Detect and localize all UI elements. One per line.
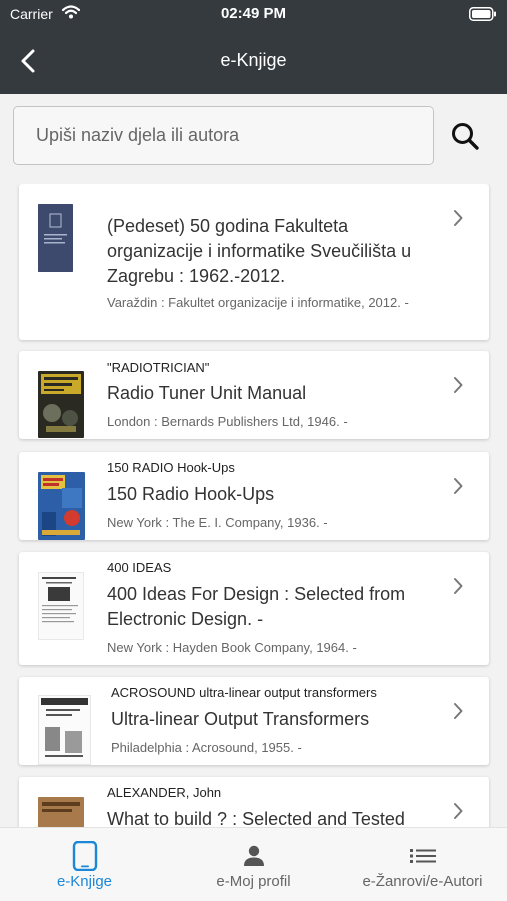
chevron-right-icon bbox=[454, 803, 463, 819]
book-author: ALEXANDER, John bbox=[107, 785, 222, 800]
tablet-icon bbox=[72, 841, 98, 871]
book-list-item[interactable]: ALEXANDER, John What to build ? : Select… bbox=[19, 777, 489, 827]
status-bar: Carrier 02:49 PM bbox=[0, 0, 507, 30]
tab-label: e-Knjige bbox=[56, 873, 113, 890]
person-icon bbox=[244, 845, 264, 866]
book-title: What to build ? : Selected and Tested bbox=[107, 809, 405, 827]
tab-e-zanrovi-e-autori[interactable]: e-Žanrovi/e-Autori bbox=[338, 828, 507, 901]
book-publication: Varaždin : Fakultet organizacije i infor… bbox=[107, 295, 409, 310]
book-author: ACROSOUND ultra-linear output transforme… bbox=[111, 685, 377, 700]
book-list[interactable]: (Pedeset) 50 godina Fakulteta organizaci… bbox=[0, 184, 507, 827]
chevron-right-icon bbox=[454, 210, 463, 226]
chevron-right-icon bbox=[454, 578, 463, 594]
book-cover-image bbox=[38, 695, 91, 765]
book-cover-image bbox=[38, 204, 73, 272]
book-author: 400 IDEAS bbox=[107, 560, 172, 575]
book-cover-image bbox=[38, 572, 84, 640]
book-cover-image bbox=[38, 371, 84, 438]
book-author: "RADIOTRICIAN" bbox=[107, 360, 210, 375]
chevron-right-icon bbox=[454, 703, 463, 719]
book-cover-image bbox=[38, 472, 85, 540]
book-list-item[interactable]: "RADIOTRICIAN" Radio Tuner Unit Manual L… bbox=[19, 351, 489, 439]
book-list-item[interactable]: ACROSOUND ultra-linear output transforme… bbox=[19, 677, 489, 765]
tab-label: e-Žanrovi/e-Autori bbox=[362, 873, 483, 890]
clock: 02:49 PM bbox=[220, 5, 287, 22]
book-list-item[interactable]: 400 IDEAS 400 Ideas For Design : Selecte… bbox=[19, 552, 489, 665]
book-publication: New York : The E. I. Company, 1936. - bbox=[107, 515, 328, 530]
book-title: Ultra-linear Output Transformers bbox=[111, 709, 370, 729]
battery-icon bbox=[469, 7, 496, 21]
book-list-item[interactable]: 150 RADIO Hook-Ups 150 Radio Hook-Ups Ne… bbox=[19, 452, 489, 540]
search-icon[interactable] bbox=[446, 117, 486, 157]
navigation-bar: e-Knjige bbox=[0, 30, 507, 94]
chevron-right-icon bbox=[454, 478, 463, 494]
search-input[interactable] bbox=[13, 106, 434, 165]
tab-bar: e-Knjige e-Moj profil e-Žanrovi/e-Autori bbox=[0, 827, 507, 901]
book-author: 150 RADIO Hook-Ups bbox=[107, 460, 235, 475]
book-title: (Pedeset) 50 godina Fakulteta organizaci… bbox=[107, 216, 412, 286]
book-publication: London : Bernards Publishers Ltd, 1946. … bbox=[107, 414, 348, 429]
chevron-right-icon bbox=[454, 377, 463, 393]
book-publication: Philadelphia : Acrosound, 1955. - bbox=[111, 740, 302, 755]
book-title: 400 Ideas For Design : Selected from Ele… bbox=[107, 584, 406, 629]
tab-e-knjige[interactable]: e-Knjige bbox=[0, 828, 169, 901]
book-list-item[interactable]: (Pedeset) 50 godina Fakulteta organizaci… bbox=[19, 184, 489, 340]
book-publication: New York : Hayden Book Company, 1964. - bbox=[107, 640, 357, 655]
tab-label: e-Moj profil bbox=[216, 873, 291, 890]
book-title: Radio Tuner Unit Manual bbox=[107, 383, 307, 403]
tab-e-moj-profil[interactable]: e-Moj profil bbox=[169, 828, 338, 901]
page-title: e-Knjige bbox=[220, 50, 287, 70]
list-icon bbox=[410, 849, 436, 863]
book-title: 150 Radio Hook-Ups bbox=[107, 484, 275, 504]
book-cover-image bbox=[38, 797, 84, 827]
